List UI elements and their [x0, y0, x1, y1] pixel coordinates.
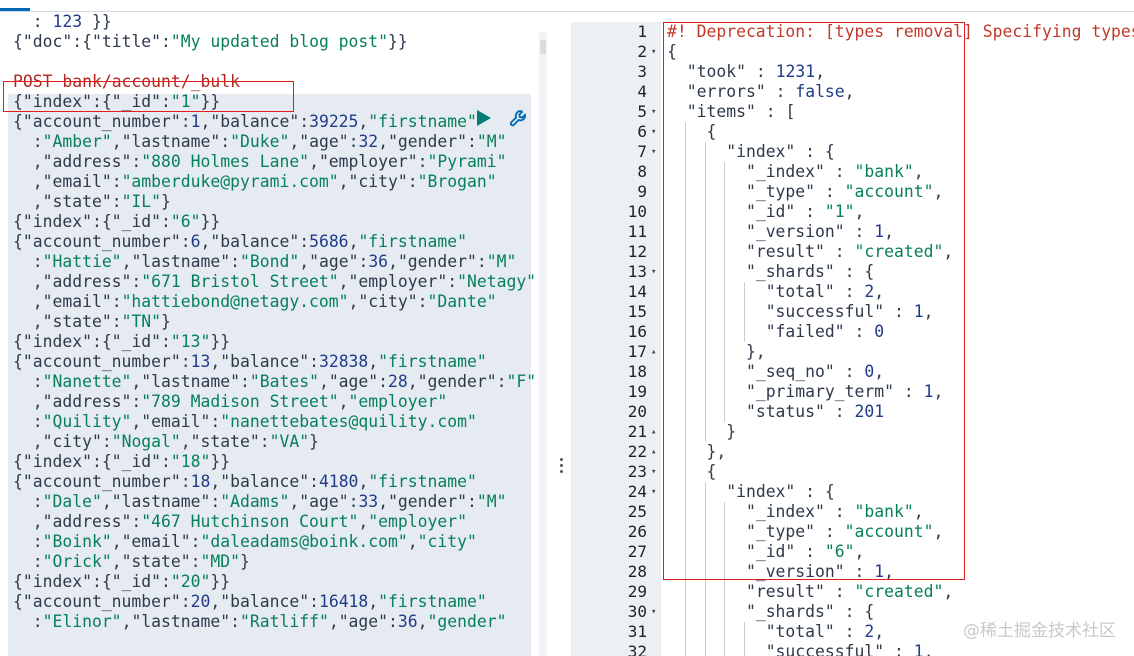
response-annotation: [663, 22, 965, 580]
line-number: 14: [627, 282, 647, 301]
request-body-line[interactable]: ,"address":"671 Bristol Street","employe…: [13, 272, 536, 292]
request-body-line[interactable]: {"account_number":18,"balance":4180,"fir…: [13, 472, 533, 492]
line-number: 6: [637, 122, 647, 141]
fold-open-icon[interactable]: ▾: [651, 467, 656, 477]
active-tab-indicator[interactable]: [0, 8, 30, 11]
line-number: 9: [637, 182, 647, 201]
fold-close-icon[interactable]: ▴: [651, 347, 656, 357]
line-number: 25: [627, 502, 647, 521]
line-number: 26: [627, 522, 647, 541]
request-body-line[interactable]: :"Elinor","lastname":"Ratliff","age":36,…: [13, 612, 533, 632]
line-number: 24: [627, 482, 647, 501]
request-body-line[interactable]: ,"email":"hattiebond@netagy.com","city":…: [13, 292, 533, 312]
line-number: 28: [627, 562, 647, 581]
line-number: 8: [637, 162, 647, 181]
request-scrollbar[interactable]: [539, 32, 547, 656]
line-number: 17: [627, 342, 647, 361]
request-body-line[interactable]: ,"address":"467 Hutchinson Court","emplo…: [13, 512, 533, 532]
top-bar: [0, 0, 1134, 12]
fold-open-icon[interactable]: ▾: [651, 107, 656, 117]
request-pre-line[interactable]: {"doc":{"title":"My updated blog post"}}: [13, 32, 533, 52]
line-number: 27: [627, 542, 647, 561]
line-number: 10: [627, 202, 647, 221]
scrollbar-thumb[interactable]: [540, 40, 546, 54]
line-number: 12: [627, 242, 647, 261]
line-number: 7: [637, 142, 647, 161]
request-body-line[interactable]: :"Nanette","lastname":"Bates","age":28,"…: [13, 372, 536, 392]
line-number: 19: [627, 382, 647, 401]
request-body-line[interactable]: {"account_number":13,"balance":32838,"fi…: [13, 352, 533, 372]
response-line: "result" : "created",: [745, 582, 954, 601]
request-body-line[interactable]: {"index":{"_id":"20"}}: [13, 572, 533, 592]
request-body-line[interactable]: ,"address":"789 Madison Street","employe…: [13, 392, 533, 412]
request-line-annotation: [3, 81, 294, 112]
line-number: 21: [627, 422, 647, 441]
watermark: @稀土掘金技术社区: [963, 621, 1116, 641]
line-number: 3: [637, 62, 647, 81]
line-numbers: 1 2 3 4 5 6 7 8 9 10 11 12 13 14 15 16 17 18 19 20 21 22 23 24 2…: [571, 22, 647, 656]
line-number: 18: [627, 362, 647, 381]
line-number: 31: [627, 622, 647, 641]
line-number: 13: [627, 262, 647, 281]
request-body-line[interactable]: ,"address":"880 Holmes Lane","employer":…: [13, 152, 533, 172]
line-number: 23: [627, 462, 647, 481]
fold-open-icon[interactable]: ▾: [651, 47, 656, 57]
response-line: "successful" : 1,: [765, 642, 934, 656]
fold-close-icon[interactable]: ▴: [651, 427, 656, 437]
request-body-line[interactable]: :"Dale","lastname":"Adams","age":33,"gen…: [13, 492, 533, 512]
fold-open-icon[interactable]: ▾: [651, 607, 656, 617]
request-body-line[interactable]: {"index":{"_id":"13"}}: [13, 332, 533, 352]
line-number: 32: [627, 642, 647, 656]
request-body-line[interactable]: ,"state":"IL"}: [13, 192, 533, 212]
fold-open-icon[interactable]: ▾: [651, 127, 656, 137]
request-body-line[interactable]: {"account_number":1,"balance":39225,"fir…: [13, 112, 533, 132]
request-body-line[interactable]: {"index":{"_id":"6"}}: [13, 212, 533, 232]
request-body-line[interactable]: :"Orick","state":"MD"}: [13, 552, 533, 572]
play-icon[interactable]: [476, 109, 492, 127]
request-body-line[interactable]: ,"email":"amberduke@pyrami.com","city":"…: [13, 172, 533, 192]
line-number: 16: [627, 322, 647, 341]
request-body-line[interactable]: :"Quility","email":"nanettebates@quility…: [13, 412, 533, 432]
wrench-icon[interactable]: [508, 108, 530, 130]
line-number: 4: [637, 82, 647, 101]
line-number: 2: [637, 42, 647, 61]
line-number: 20: [627, 402, 647, 421]
line-number: 11: [627, 222, 647, 241]
line-number: 1: [637, 22, 647, 41]
fold-open-icon[interactable]: ▾: [651, 267, 656, 277]
request-body-line[interactable]: ,"city":"Nogal","state":"VA"}: [13, 432, 533, 452]
line-number: 30: [627, 602, 647, 621]
fold-close-icon[interactable]: ▴: [651, 447, 656, 457]
request-body-line[interactable]: :"Amber","lastname":"Duke","age":32,"gen…: [13, 132, 533, 152]
fold-open-icon[interactable]: ▾: [651, 487, 656, 497]
line-number: 15: [627, 302, 647, 321]
pane-resizer[interactable]: [560, 458, 564, 478]
request-body-line[interactable]: :"Hattie","lastname":"Bond","age":36,"ge…: [13, 252, 533, 272]
line-number: 22: [627, 442, 647, 461]
request-body-line[interactable]: {"index":{"_id":"18"}}: [13, 452, 533, 472]
request-body-line[interactable]: {"account_number":20,"balance":16418,"fi…: [13, 592, 533, 612]
request-pre-line[interactable]: [13, 52, 533, 72]
response-viewer[interactable]: 1 2 3 4 5 6 7 8 9 10 11 12 13 14 15 16 17 18 19 20 21 22 23 24 2…: [571, 12, 1134, 656]
line-number: 5: [637, 102, 647, 121]
line-number: 29: [627, 582, 647, 601]
fold-open-icon[interactable]: ▾: [651, 147, 656, 157]
request-body-line[interactable]: {"account_number":6,"balance":5686,"firs…: [13, 232, 533, 252]
request-body-line[interactable]: :"Boink","email":"daleadams@boink.com","…: [13, 532, 533, 552]
request-pre-line[interactable]: : 123 }}: [13, 12, 533, 32]
request-body-line[interactable]: ,"state":"TN"}: [13, 312, 533, 332]
